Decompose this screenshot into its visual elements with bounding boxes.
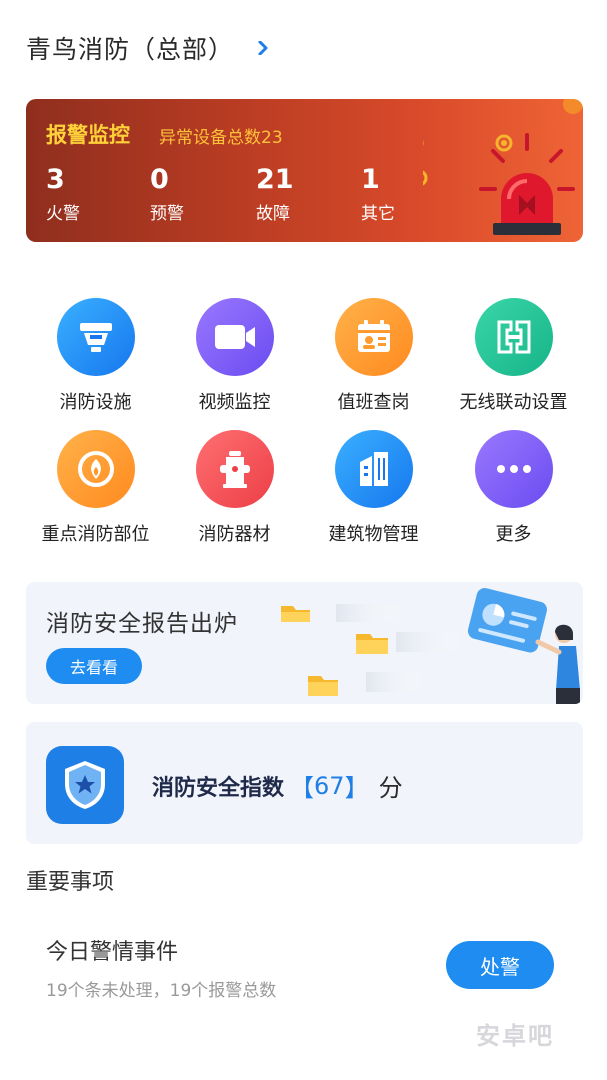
grid-item-video-monitor[interactable]: 视频监控 <box>165 298 304 414</box>
stat-label: 其它 <box>361 204 395 224</box>
building-icon <box>334 430 413 508</box>
grid-item-label: 建筑物管理 <box>328 524 419 545</box>
bracket-close: 】 <box>344 774 369 802</box>
safety-report-banner[interactable]: 消防安全报告出炉 去看看 <box>26 582 583 704</box>
smoke-detector-icon <box>56 298 135 376</box>
chevron-right-icon[interactable] <box>256 41 270 55</box>
siren-icon <box>423 99 583 235</box>
report-title: 消防安全报告出炉 <box>46 611 238 637</box>
grid-item-fire-equipment[interactable]: 消防器材 <box>165 430 304 546</box>
fire-hydrant-icon <box>195 430 274 508</box>
safety-index-card[interactable]: 消防安全指数 【 67 】 分 <box>26 722 583 844</box>
grid-item-more[interactable]: 更多 <box>444 430 583 546</box>
stat-value: 3 <box>46 164 65 195</box>
safety-index: 消防安全指数 【 67 】 分 <box>152 768 403 803</box>
today-alarm-event-title: 今日警情事件 <box>46 940 179 965</box>
bracket-open: 【 <box>290 774 315 802</box>
stat-value: 0 <box>150 164 169 195</box>
watermark-logo: 安卓吧 <box>476 1022 554 1050</box>
alarm-abnormal-count: 异常设备总数23 <box>159 128 283 148</box>
stat-value: 1 <box>361 164 380 195</box>
duty-calendar-icon <box>334 298 413 376</box>
stat-warning[interactable]: 0 预警 <box>150 164 184 225</box>
grid-item-label: 更多 <box>495 524 532 545</box>
stat-fire[interactable]: 3 火警 <box>46 164 80 225</box>
fire-target-icon <box>56 430 135 508</box>
grid-item-label: 值班查岗 <box>337 392 410 413</box>
wireless-link-icon <box>474 298 553 376</box>
stat-label: 预警 <box>150 204 184 224</box>
grid-item-label: 无线联动设置 <box>459 392 568 413</box>
grid-item-fire-facilities[interactable]: 消防设施 <box>26 298 165 414</box>
grid-item-label: 消防器材 <box>198 524 271 545</box>
alarm-title: 报警监控 <box>46 123 130 147</box>
alarm-monitor-card[interactable]: 报警监控 异常设备总数23 3 火警 0 预警 21 故障 1 其它 <box>26 99 583 242</box>
grid-item-key-fire-areas[interactable]: 重点消防部位 <box>26 430 165 546</box>
shield-star-icon <box>46 746 124 824</box>
more-icon <box>474 430 553 508</box>
stat-label: 故障 <box>256 204 290 224</box>
handle-alarm-button[interactable]: 处警 <box>446 941 554 989</box>
grid-item-duty-check[interactable]: 值班查岗 <box>304 298 443 414</box>
safety-index-label: 消防安全指数 <box>152 775 285 801</box>
stat-label: 火警 <box>46 204 80 224</box>
grid-item-building-management[interactable]: 建筑物管理 <box>304 430 443 546</box>
grid-item-wireless-link[interactable]: 无线联动设置 <box>444 298 583 414</box>
stat-other[interactable]: 1 其它 <box>361 164 395 225</box>
safety-index-value: 67 <box>314 771 345 800</box>
important-section-title: 重要事项 <box>26 870 115 895</box>
grid-item-label: 重点消防部位 <box>41 524 150 545</box>
page-title: 青鸟消防（总部） <box>26 35 235 64</box>
report-illustration <box>281 588 580 704</box>
video-camera-icon <box>195 298 274 376</box>
grid-item-label: 消防设施 <box>59 392 132 413</box>
view-report-button[interactable]: 去看看 <box>46 648 142 684</box>
stat-value: 21 <box>256 164 294 195</box>
header[interactable]: 青鸟消防（总部） <box>26 28 270 68</box>
stat-fault[interactable]: 21 故障 <box>256 164 294 225</box>
safety-index-unit: 分 <box>378 774 403 802</box>
today-alarm-event-summary: 19个条未处理，19个报警总数 <box>46 981 277 1001</box>
grid-item-label: 视频监控 <box>198 392 271 413</box>
